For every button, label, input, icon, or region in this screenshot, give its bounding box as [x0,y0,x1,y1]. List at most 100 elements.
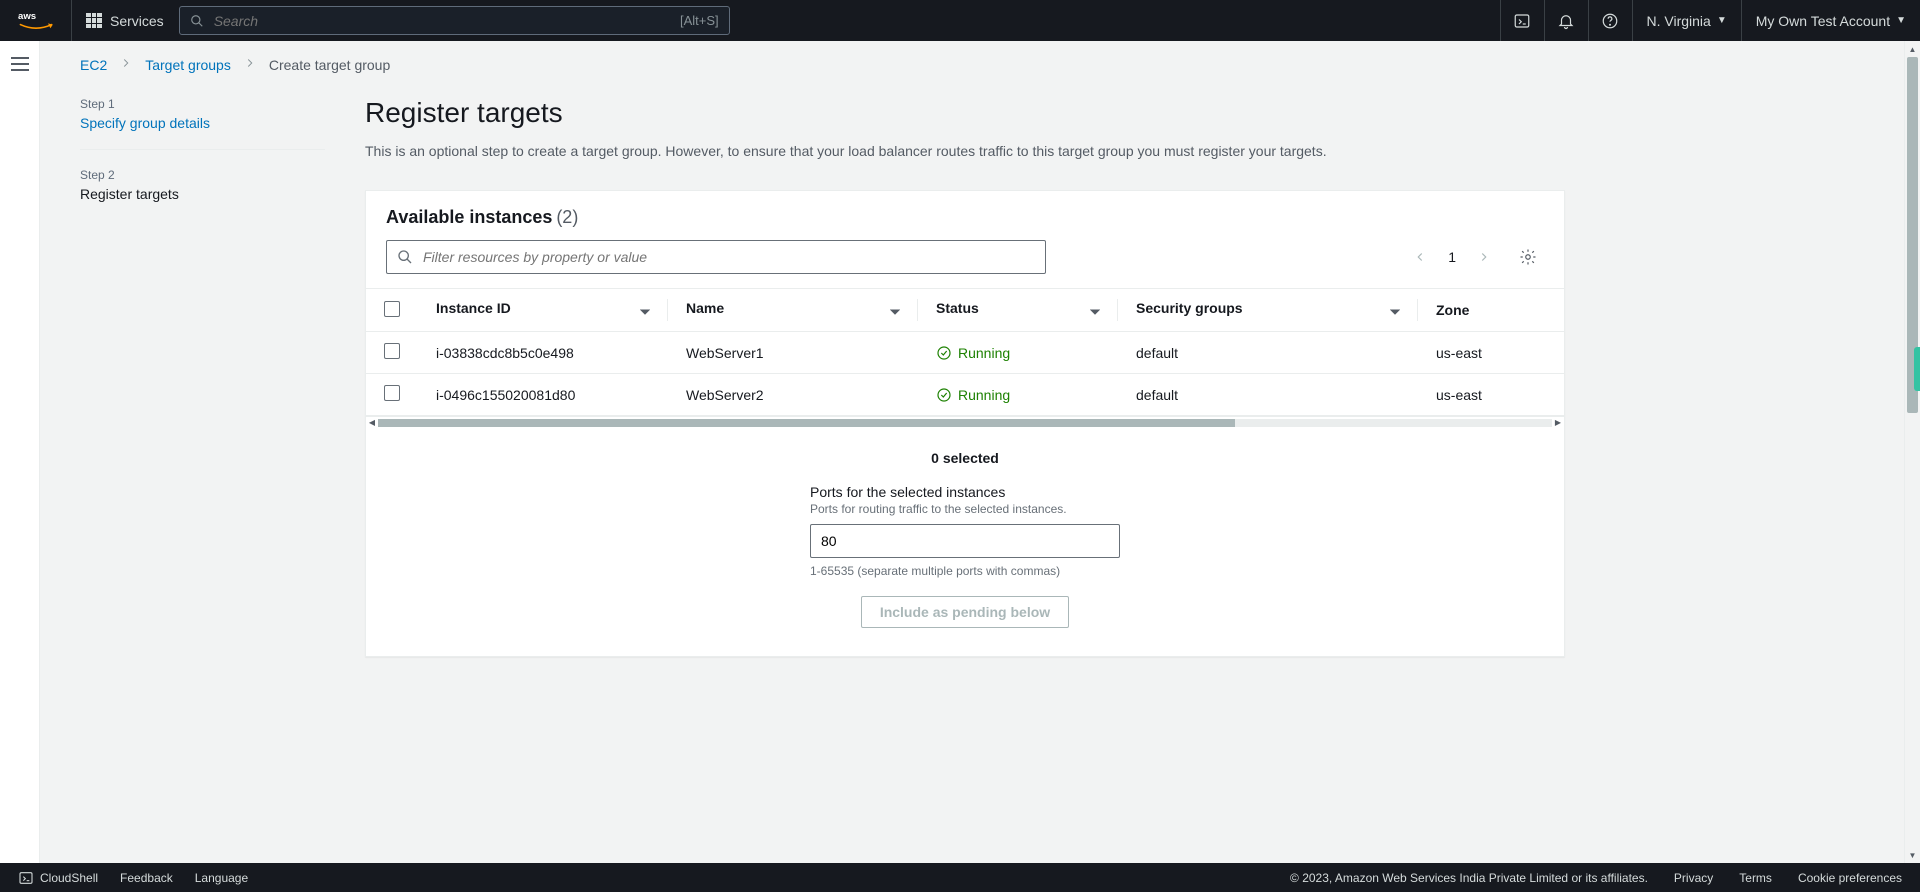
step-2-title: Register targets [80,186,325,202]
sort-icon [890,304,900,320]
available-instances-panel: Available instances (2) 1 [365,190,1565,657]
help-button[interactable] [1588,0,1632,41]
status-badge: Running [936,387,1100,403]
chevron-right-icon [1477,250,1491,264]
step-1: Step 1 Specify group details [80,97,325,150]
filter-input[interactable] [423,249,1035,265]
breadcrumb: EC2 Target groups Create target group [40,41,1920,81]
main-area: EC2 Target groups Create target group St… [40,41,1920,863]
ports-label: Ports for the selected instances [810,484,1120,500]
terms-link[interactable]: Terms [1739,871,1772,885]
scroll-up-arrow[interactable]: ▲ [1905,41,1920,57]
scroll-left-arrow[interactable]: ◀ [366,417,378,428]
language-link[interactable]: Language [195,871,248,885]
privacy-link[interactable]: Privacy [1674,871,1713,885]
instances-table: Instance ID Name Status Security groups … [366,289,1564,416]
step-1-link[interactable]: Specify group details [80,115,325,131]
top-nav: aws Services [Alt+S] N. Virginia ▼ My Ow… [0,0,1920,41]
search-input[interactable] [214,13,680,29]
step-1-num: Step 1 [80,97,325,111]
help-panel-tab[interactable] [1914,347,1920,391]
grid-icon [86,13,102,29]
svg-text:aws: aws [18,11,36,22]
terminal-icon [18,870,34,886]
bell-icon [1557,12,1575,30]
step-2-num: Step 2 [80,168,325,182]
table-header-row: Instance ID Name Status Security groups … [366,289,1564,332]
col-zone[interactable]: Zone [1418,289,1564,332]
cell-zone: us-east [1418,332,1564,374]
horizontal-scrollbar[interactable]: ◀ ▶ [366,416,1564,428]
table-row: i-0496c155020081d80 WebServer2 Running d… [366,374,1564,416]
scroll-right-arrow[interactable]: ▶ [1552,417,1564,428]
page-subtitle: This is an optional step to create a tar… [365,141,1565,162]
ports-hint: 1-65535 (separate multiple ports with co… [810,564,1120,578]
search-icon [397,249,413,265]
row-checkbox[interactable] [384,343,400,359]
help-icon [1601,12,1619,30]
filter-input-wrap[interactable] [386,240,1046,274]
content-column: Register targets This is an optional ste… [365,97,1565,657]
col-checkbox-header [366,289,418,332]
footer-left: CloudShell Feedback Language [18,870,248,886]
menu-toggle-button[interactable] [11,57,29,71]
aws-logo-icon: aws [18,10,54,32]
ports-block: Ports for the selected instances Ports f… [810,484,1120,578]
filter-row: 1 [366,228,1564,288]
copyright-text: © 2023, Amazon Web Services India Privat… [1290,871,1648,885]
search-hotkey: [Alt+S] [680,13,719,28]
panel-count: (2) [556,207,578,227]
scroll-thumb[interactable] [378,419,1235,427]
ports-help: Ports for routing traffic to the selecte… [810,502,1120,516]
account-selector[interactable]: My Own Test Account ▼ [1741,0,1920,41]
panel-header: Available instances (2) [366,191,1564,228]
row-checkbox[interactable] [384,385,400,401]
crumb-ec2[interactable]: EC2 [80,57,107,73]
scroll-track[interactable] [378,419,1552,427]
scroll-down-arrow[interactable]: ▼ [1905,847,1920,863]
global-search[interactable]: [Alt+S] [179,6,730,35]
col-name[interactable]: Name [668,289,918,332]
sort-icon [1090,304,1100,320]
terminal-icon [1513,12,1531,30]
feedback-link[interactable]: Feedback [120,871,173,885]
table-settings-button[interactable] [1512,241,1544,273]
search-icon [190,14,204,28]
region-selector[interactable]: N. Virginia ▼ [1632,0,1741,41]
select-all-checkbox[interactable] [384,301,400,317]
two-column-layout: Step 1 Specify group details Step 2 Regi… [40,81,1920,657]
pager: 1 [1410,241,1544,273]
services-label: Services [110,13,164,29]
account-label: My Own Test Account [1756,13,1890,29]
chevron-left-icon [1413,250,1427,264]
cell-instance-id: i-0496c155020081d80 [418,374,668,416]
ports-input[interactable] [810,524,1120,558]
footer-bar: CloudShell Feedback Language © 2023, Ama… [0,863,1920,892]
wizard-steps: Step 1 Specify group details Step 2 Regi… [80,97,325,657]
cloudshell-footer-button[interactable]: CloudShell [18,870,98,886]
cell-instance-id: i-03838cdc8b5c0e498 [418,332,668,374]
cloudshell-icon-button[interactable] [1500,0,1544,41]
services-menu-button[interactable]: Services [72,0,179,41]
col-security-groups[interactable]: Security groups [1118,289,1418,332]
region-label: N. Virginia [1647,13,1711,29]
vertical-scrollbar[interactable]: ▲ ▼ [1904,41,1920,863]
app-body: EC2 Target groups Create target group St… [0,41,1920,863]
check-circle-icon [936,387,952,403]
cookie-preferences-link[interactable]: Cookie preferences [1798,871,1902,885]
crumb-current: Create target group [269,57,390,73]
page-title: Register targets [365,97,1565,129]
col-status[interactable]: Status [918,289,1118,332]
aws-logo[interactable]: aws [0,0,72,41]
notifications-button[interactable] [1544,0,1588,41]
caret-down-icon: ▼ [1717,15,1727,26]
pager-next-button[interactable] [1474,247,1494,267]
col-instance-id[interactable]: Instance ID [418,289,668,332]
crumb-target-groups[interactable]: Target groups [145,57,231,73]
status-badge: Running [936,345,1100,361]
include-pending-button[interactable]: Include as pending below [861,596,1069,628]
pager-page-number[interactable]: 1 [1444,249,1460,265]
pager-prev-button[interactable] [1410,247,1430,267]
table-scroll: Instance ID Name Status Security groups … [366,288,1564,428]
panel-title: Available instances [386,207,552,227]
